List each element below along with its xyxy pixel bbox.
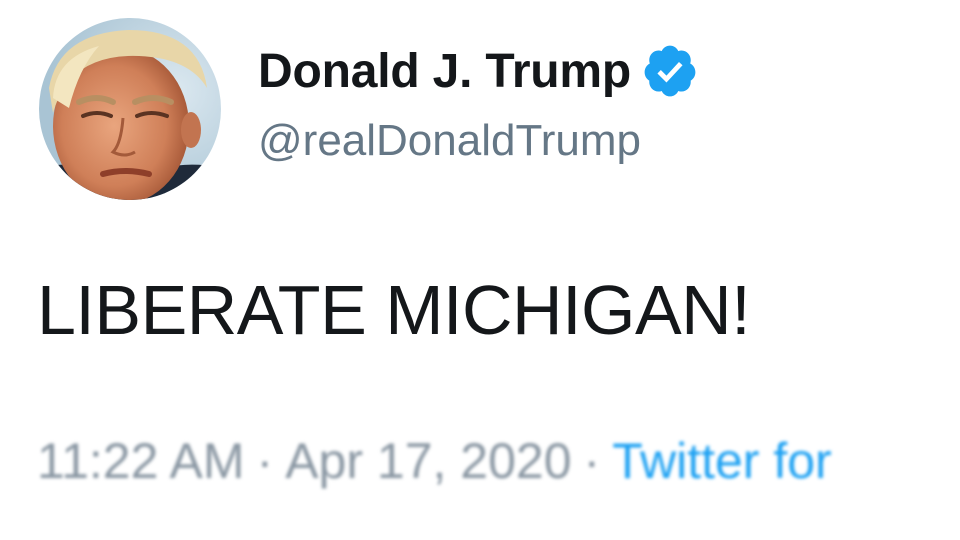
verified-badge-icon	[641, 42, 699, 100]
avatar[interactable]	[39, 18, 221, 200]
name-row: Donald J. Trump	[258, 40, 699, 102]
tweet-date[interactable]: Apr 17, 2020	[285, 433, 571, 489]
display-name[interactable]: Donald J. Trump	[258, 44, 631, 99]
author-block: Donald J. Trump @realDonaldTrump	[258, 40, 699, 166]
user-handle[interactable]: @realDonaldTrump	[258, 116, 699, 166]
tweet-text: LIBERATE MICHIGAN!	[37, 271, 751, 349]
avatar-image	[39, 18, 221, 200]
tweet-time[interactable]: 11:22 AM	[37, 433, 245, 489]
tweet-card: Donald J. Trump @realDonaldTrump LIBERAT…	[0, 0, 960, 540]
tweet-source-link[interactable]: Twitter for	[612, 433, 831, 489]
meta-separator: ·	[256, 433, 274, 489]
tweet-meta: 11:22 AM · Apr 17, 2020 · Twitter for	[37, 432, 832, 490]
meta-separator: ·	[583, 433, 601, 489]
